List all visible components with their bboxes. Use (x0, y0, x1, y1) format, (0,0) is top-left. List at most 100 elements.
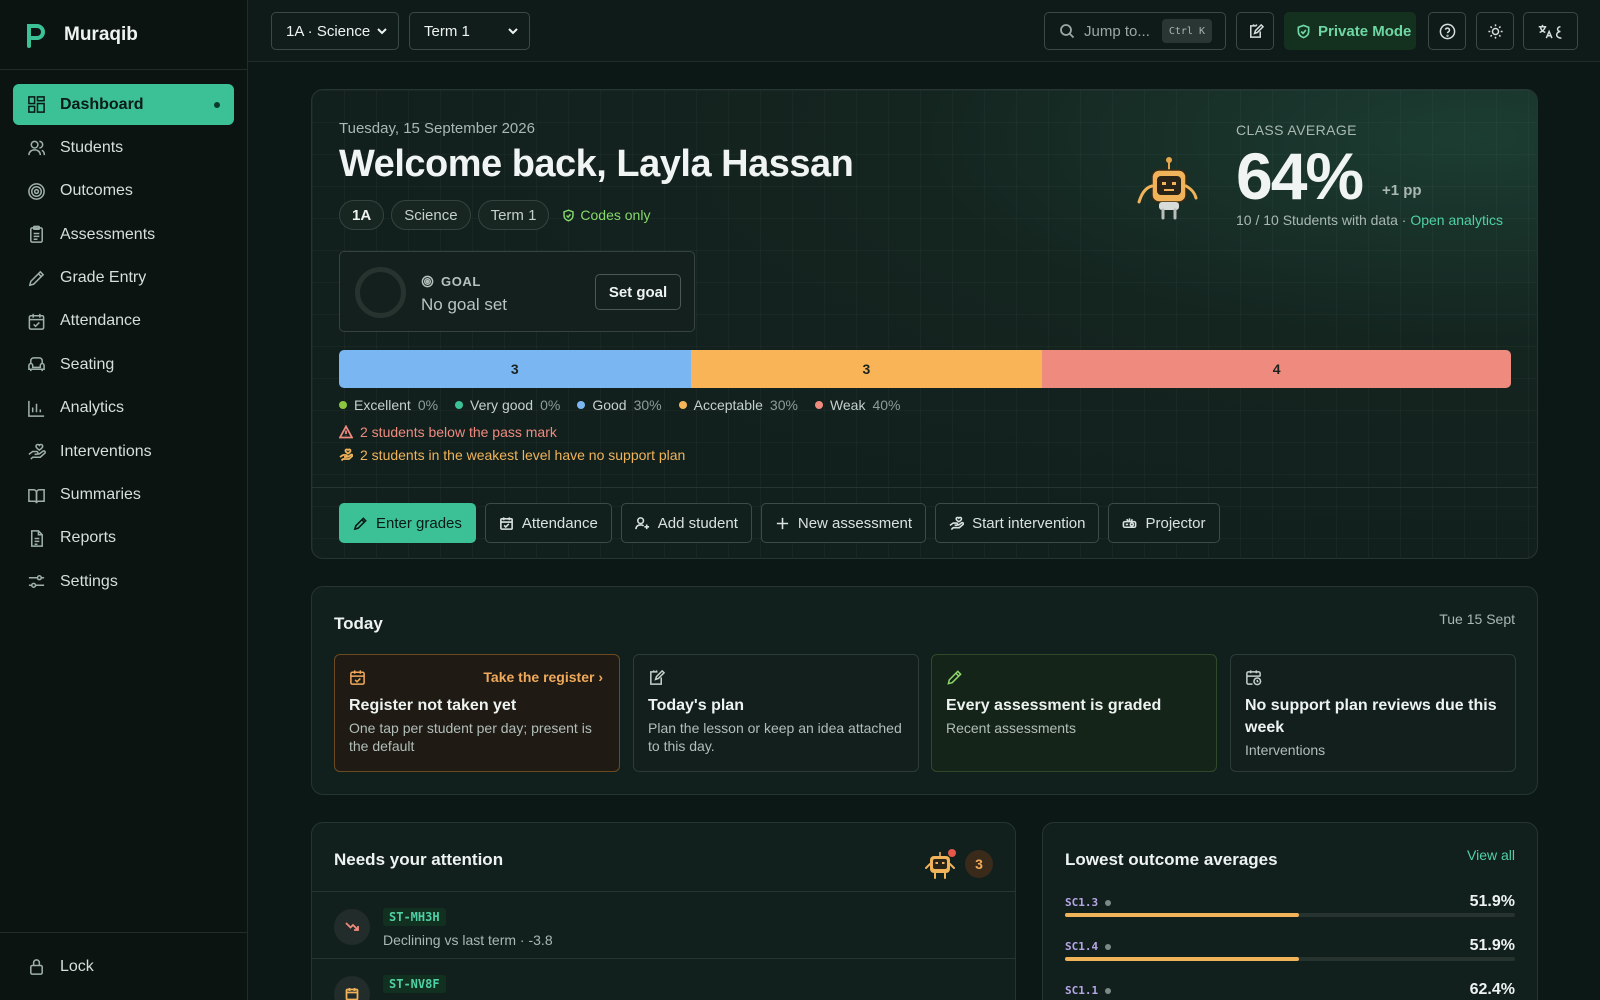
sidebar-item-interventions[interactable]: Interventions (13, 431, 234, 472)
outcome-average: 51.9% (1469, 937, 1515, 954)
sidebar-item-label: Settings (60, 572, 118, 590)
distribution-segment[interactable]: 3 (690, 350, 1043, 388)
codes-only-label: Codes only (580, 207, 651, 223)
private-mode-toggle[interactable]: Private Mode (1284, 12, 1416, 50)
enter-grades-button[interactable]: Enter grades (339, 503, 476, 543)
bar-chart-icon (28, 400, 45, 417)
take-register-link[interactable]: Take the register › (483, 669, 603, 685)
lock-icon (30, 959, 43, 975)
goal-status: No goal set (421, 295, 507, 314)
outcome-row[interactable]: SC1.4 51.9% (1065, 937, 1515, 980)
lock-button[interactable]: Lock (0, 932, 248, 1000)
attention-row[interactable]: ST-NV8F (312, 958, 1015, 1000)
sidebar-item-analytics[interactable]: Analytics (13, 388, 234, 429)
support-plan-title: No support plan reviews due this week (1245, 697, 1497, 736)
search-input[interactable]: Jump to... Ctrl K (1044, 12, 1226, 50)
status-dot (1105, 987, 1112, 994)
students-with-data: 10 / 10 Students with data · (1236, 212, 1411, 228)
shield-check-icon (1297, 24, 1310, 38)
sidebar-item-label: Students (60, 138, 124, 156)
no-support-plan-alert[interactable]: 2 students in the weakest level have no … (339, 447, 685, 463)
outcome-progress-track (1065, 913, 1515, 917)
sliders-icon (28, 575, 45, 589)
sidebar-item-summaries[interactable]: Summaries (13, 475, 234, 516)
class-average-subtitle: 10 / 10 Students with data · Open analyt… (1236, 212, 1503, 228)
todays-plan-card[interactable]: Today's plan Plan the lesson or keep an … (633, 654, 919, 772)
start-intervention-button[interactable]: Start intervention (935, 503, 1100, 543)
legend-dot (455, 401, 464, 409)
search-placeholder: Jump to... (1084, 22, 1150, 40)
distribution-segment[interactable]: 3 (339, 350, 691, 388)
support-plan-card[interactable]: No support plan reviews due this week In… (1230, 654, 1516, 772)
sidebar-item-dashboard[interactable]: Dashboard (13, 84, 234, 125)
outcome-code-text: SC1.3 (1065, 896, 1099, 909)
legend-item-acceptable: Acceptable 30% (678, 397, 798, 413)
calendar-check-icon (499, 516, 513, 530)
divider (312, 487, 1537, 488)
distribution-bar: 334 (339, 350, 1511, 388)
legend-dot (678, 401, 687, 409)
file-text-icon (30, 530, 43, 547)
projector-button[interactable]: Projector (1108, 503, 1220, 543)
quick-actions: Enter grades Attendance Add student New … (339, 503, 1220, 543)
todays-plan-description: Plan the lesson or keep an idea attached… (648, 720, 902, 754)
goal-progress-ring (355, 267, 406, 318)
outcome-code: SC1.4 (1065, 940, 1112, 953)
assessments-graded-card[interactable]: Every assessment is graded Recent assess… (931, 654, 1217, 772)
sidebar-item-students[interactable]: Students (13, 127, 234, 168)
legend-dot (577, 401, 586, 409)
distribution-segment[interactable]: 4 (1042, 350, 1511, 388)
chevron-down-icon (377, 28, 387, 35)
sidebar-item-reports[interactable]: Reports (13, 518, 234, 559)
class-average-value: 64% (1236, 139, 1364, 213)
theme-toggle-button[interactable] (1476, 12, 1514, 50)
legend-item-excellent: Excellent 0% (339, 397, 438, 413)
sidebar-item-settings[interactable]: Settings (13, 561, 234, 602)
attention-count-badge: 3 (965, 850, 993, 878)
calendar-clock-icon (1246, 670, 1262, 686)
outcome-row[interactable]: SC1.3 51.9% (1065, 893, 1515, 936)
notepad-edit-icon (650, 669, 665, 685)
chevron-right-icon: › (598, 669, 603, 685)
term-select[interactable]: Term 1 (409, 12, 530, 50)
below-pass-text: 2 students below the pass mark (360, 424, 557, 440)
chevron-down-icon (508, 28, 518, 35)
notes-button[interactable] (1236, 12, 1274, 50)
outcome-code: SC1.1 (1065, 984, 1112, 997)
attendance-button[interactable]: Attendance (484, 503, 612, 543)
open-analytics-link[interactable]: Open analytics (1410, 212, 1503, 228)
hand-heart-icon (339, 448, 353, 462)
needs-attention-title: Needs your attention (334, 850, 504, 869)
plus-icon (776, 517, 788, 529)
sidebar-item-assessments[interactable]: Assessments (13, 214, 234, 255)
sidebar-item-grade-entry[interactable]: Grade Entry (13, 258, 234, 299)
add-student-button[interactable]: Add student (620, 503, 752, 543)
sidebar-item-label: Grade Entry (60, 269, 147, 287)
class-average-delta: +1 pp (1382, 182, 1422, 199)
sidebar-item-label: Seating (60, 355, 115, 373)
below-pass-alert[interactable]: 2 students below the pass mark (339, 424, 557, 440)
language-button[interactable] (1523, 12, 1578, 50)
brand[interactable]: Muraqib (0, 0, 247, 70)
sidebar-item-seating[interactable]: Seating (13, 344, 234, 385)
pen-icon (353, 516, 367, 530)
register-card[interactable]: Take the register › Register not taken y… (334, 654, 620, 772)
class-select[interactable]: 1A · Science (271, 12, 399, 50)
sidebar-item-attendance[interactable]: Attendance (13, 301, 234, 342)
hand-heart-icon (949, 516, 965, 530)
view-all-link[interactable]: View all (1467, 847, 1515, 863)
legend-item-good: Good 30% (577, 397, 662, 413)
outcome-row[interactable]: SC1.1 62.4% (1065, 981, 1515, 1000)
context-chips: 1A Science Term 1 Codes only (339, 200, 656, 230)
register-description: One tap per student per day; present is … (349, 720, 592, 754)
attention-row[interactable]: ST-MH3H Declining vs last term · -3.8 (312, 891, 1015, 957)
new-assessment-button[interactable]: New assessment (760, 503, 927, 543)
help-button[interactable] (1428, 12, 1466, 50)
sidebar-item-outcomes[interactable]: Outcomes (13, 171, 234, 212)
set-goal-button[interactable]: Set goal (595, 274, 681, 310)
outcome-code-text: SC1.1 (1065, 984, 1099, 997)
legend-item-weak: Weak 40% (814, 397, 901, 413)
users-icon (28, 140, 46, 156)
codes-only-chip: Codes only (556, 200, 656, 230)
sidebar-item-label: Reports (60, 529, 117, 547)
